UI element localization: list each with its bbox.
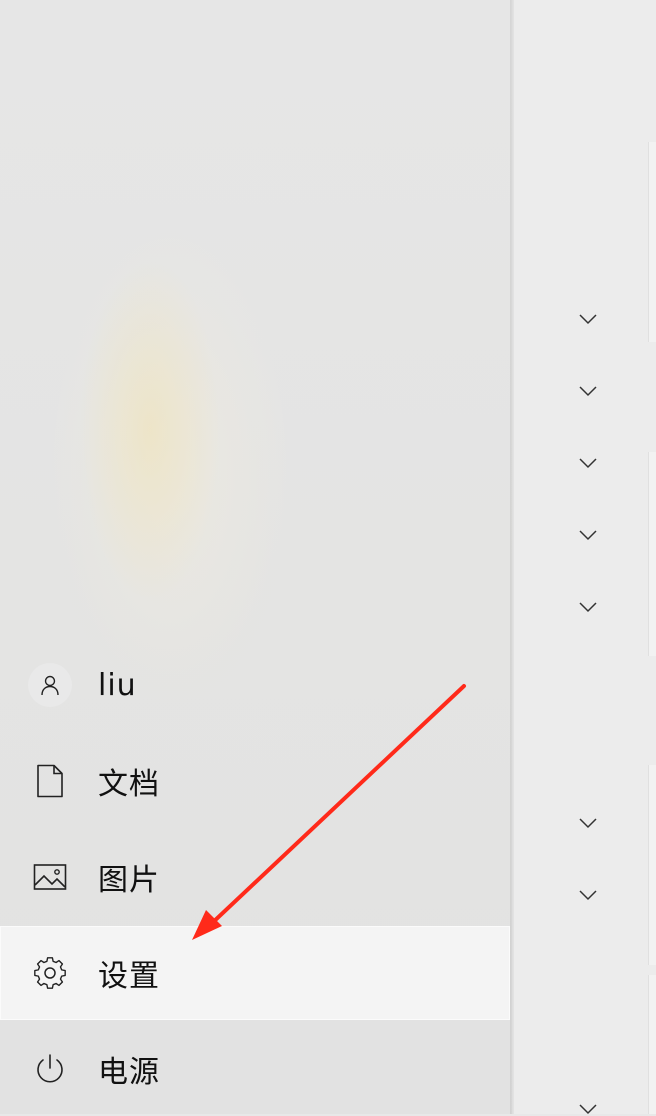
rail-item-label: 设置 <box>98 959 160 994</box>
chevron-down-icon[interactable] <box>578 600 598 614</box>
rail-item-power[interactable]: 电源 <box>0 1022 510 1116</box>
power-icon <box>28 1047 72 1091</box>
picture-icon <box>28 855 72 899</box>
chevron-down-icon[interactable] <box>578 312 598 326</box>
gear-icon <box>28 951 72 995</box>
rail-item-documents[interactable]: 文档 <box>0 734 510 828</box>
rail-item-label: 图片 <box>98 863 160 898</box>
rail-item-user[interactable]: liu <box>0 638 510 732</box>
tile-edge <box>648 975 656 1114</box>
rail-item-label: 文档 <box>98 767 160 802</box>
chevron-down-icon[interactable] <box>578 528 598 542</box>
tile-edge <box>648 765 656 965</box>
chevron-down-icon[interactable] <box>578 816 598 830</box>
chevron-down-icon[interactable] <box>578 384 598 398</box>
rail-item-settings[interactable]: 设置 <box>0 926 510 1020</box>
tile-edge <box>648 142 656 342</box>
chevron-down-icon[interactable] <box>578 888 598 902</box>
rail-item-label: liu <box>98 667 137 703</box>
rail-item-label: 电源 <box>98 1055 160 1090</box>
tile-edge <box>648 452 656 656</box>
chevron-down-icon[interactable] <box>578 456 598 470</box>
rail-item-pictures[interactable]: 图片 <box>0 830 510 924</box>
document-icon <box>28 759 72 803</box>
tiles-area <box>514 0 656 1114</box>
user-icon <box>28 663 72 707</box>
